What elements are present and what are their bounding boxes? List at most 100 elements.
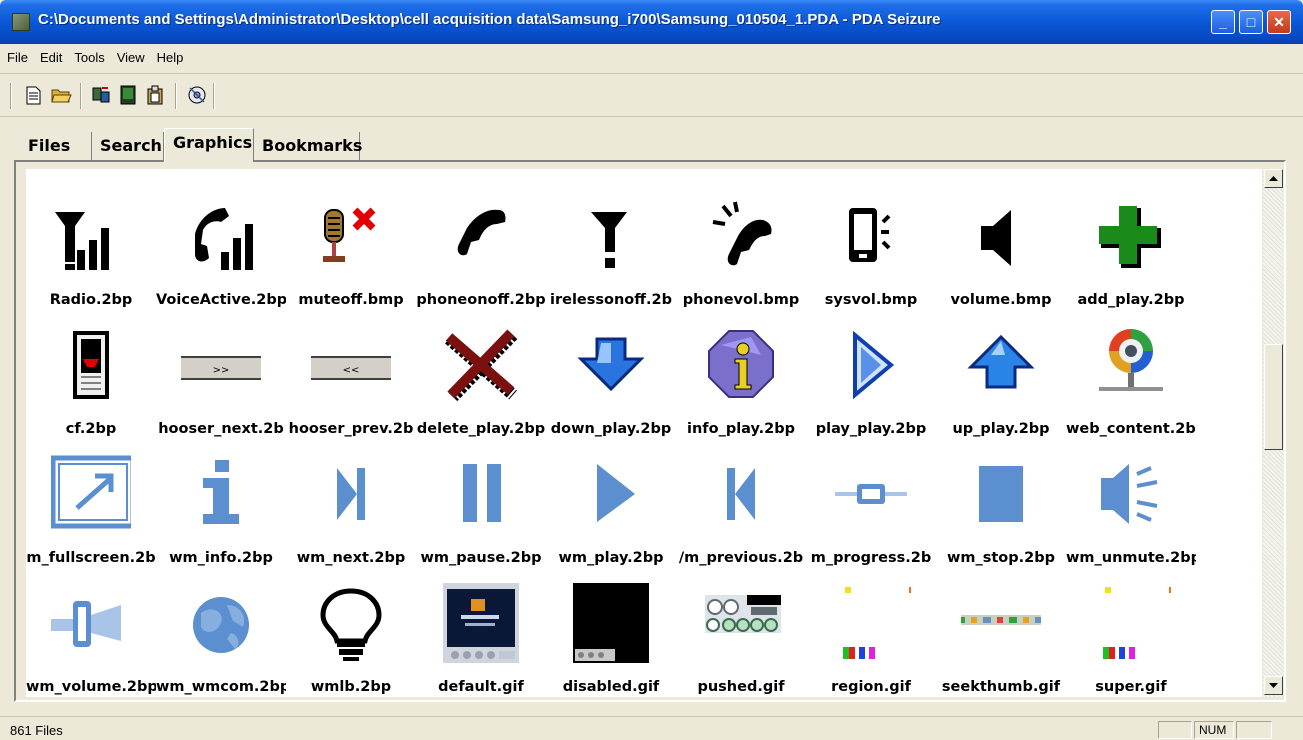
thumbnail-tile[interactable]: disabled.gif	[546, 573, 676, 697]
thumbnail-tile[interactable]: wm_wmcom.2bp	[156, 573, 286, 697]
tab-files[interactable]: Files	[20, 132, 92, 160]
acquire-icon[interactable]	[90, 84, 112, 106]
lightbulb-icon	[320, 588, 382, 661]
title-bar[interactable]: C:\Documents and Settings\Administrator\…	[0, 0, 1303, 44]
thumbnail-tile[interactable]: wm_play.2bp	[546, 444, 676, 574]
tile-label: m_fullscreen.2b	[26, 550, 156, 566]
seek-thumb-icon	[961, 615, 1041, 625]
toolbar-separator	[213, 83, 215, 109]
vertical-scrollbar[interactable]	[1263, 169, 1284, 697]
thumbnail-tile[interactable]: /m_previous.2b	[676, 444, 806, 574]
maximize-button[interactable]: □	[1239, 10, 1263, 34]
thumbnail-tile[interactable]: muteoff.bmp	[286, 186, 416, 316]
thumbnail-tile[interactable]: cf.2bp	[26, 315, 156, 445]
thumbnail-tile[interactable]: sysvol.bmp	[806, 186, 936, 316]
thumbnail-tile[interactable]: << hooser_prev.2b	[286, 315, 416, 445]
scroll-thumb[interactable]	[1264, 344, 1283, 450]
menu-help[interactable]: Help	[150, 44, 189, 65]
tile-label: add_play.2bp	[1077, 292, 1185, 308]
tile-label: play_play.2bp	[815, 421, 927, 437]
thumbnail-tile[interactable]: down_play.2bp	[546, 315, 676, 445]
thumbnail-tile[interactable]: m_progress.2b	[806, 444, 936, 574]
thumbnail-tile[interactable]: phonevol.bmp	[676, 186, 806, 316]
tile-label: wm_pause.2bp	[420, 550, 542, 566]
tile-label: hooser_prev.2b	[288, 421, 414, 437]
clipboard-icon[interactable]	[144, 84, 166, 106]
region-swatch-icon	[843, 587, 911, 659]
thumbnail-tile[interactable]: add_play.2bp	[1066, 186, 1196, 316]
thumbnail-tile[interactable]: volume.bmp	[936, 186, 1066, 316]
thumbnail-tile[interactable]: >> hooser_next.2b	[156, 315, 286, 445]
thumbnail-tile[interactable]: Radio.2bp	[26, 186, 156, 316]
menu-edit[interactable]: Edit	[33, 44, 67, 65]
thumbnail-tile[interactable]: web_content.2bp	[1066, 315, 1196, 445]
new-document-icon[interactable]	[22, 84, 44, 106]
thumbnail-tile[interactable]: super.gif	[1066, 573, 1196, 697]
tile-label: cf.2bp	[65, 421, 117, 437]
toolbar-separator	[80, 83, 82, 109]
thumbnail-tile[interactable]: pushed.gif	[676, 573, 806, 697]
thumbnail-tile[interactable]: irelessonoff.2b	[546, 186, 676, 316]
chevron-down-icon	[1269, 683, 1278, 688]
scroll-down-button[interactable]	[1264, 676, 1283, 695]
thumbnail-tile[interactable]: wm_info.2bp	[156, 444, 286, 574]
radio-signal-icon	[55, 212, 109, 270]
thumbnail-tile[interactable]: info_play.2bp	[676, 315, 806, 445]
thumbnail-tile[interactable]: m_fullscreen.2b	[26, 444, 156, 574]
tile-label: wm_next.2bp	[296, 550, 406, 566]
status-panel-empty	[1158, 721, 1192, 739]
fullscreen-icon	[51, 455, 131, 529]
status-panel-empty	[1236, 721, 1272, 739]
thumbnail-tile[interactable]: region.gif	[806, 573, 936, 697]
wm-info-icon	[203, 460, 239, 524]
media-player-default-icon	[443, 583, 519, 663]
media-player-pushed-icon	[705, 595, 781, 633]
tab-bookmarks[interactable]: Bookmarks	[254, 132, 362, 160]
toolbar	[0, 75, 1303, 117]
thumbnail-tile[interactable]: play_play.2bp	[806, 315, 936, 445]
thumbnail-tile[interactable]: wm_stop.2bp	[936, 444, 1066, 574]
toolbar-grip	[10, 83, 12, 109]
svg-text:<<: <<	[343, 365, 360, 376]
wm-stop-icon	[979, 466, 1023, 522]
thumbnail-tile[interactable]: phoneonoff.2bp	[416, 186, 546, 316]
scroll-up-button[interactable]	[1264, 169, 1283, 188]
app-icon[interactable]	[12, 13, 30, 31]
tab-search[interactable]: Search	[92, 132, 164, 160]
open-folder-icon[interactable]	[50, 84, 72, 106]
play-triangle-icon	[853, 330, 895, 400]
tile-label: super.gif	[1095, 679, 1167, 695]
media-player-disabled-icon	[573, 583, 649, 663]
thumbnail-tile[interactable]: delete_play.2bp	[416, 315, 546, 445]
tile-label: up_play.2bp	[952, 421, 1050, 437]
thumbnail-tile[interactable]: wmlb.2bp	[286, 573, 416, 697]
menu-view[interactable]: View	[110, 44, 150, 65]
wm-unmute-icon	[1101, 464, 1158, 524]
wm-wmcom-icon	[193, 597, 249, 653]
tab-graphics[interactable]: Graphics	[164, 128, 254, 162]
tile-label: region.gif	[831, 679, 911, 695]
thumbnail-tile[interactable]: VoiceActive.2bp	[156, 186, 286, 316]
minimize-button[interactable]: _	[1211, 10, 1235, 34]
menu-bar: File Edit Tools View Help	[0, 44, 1303, 74]
thumbnail-tile[interactable]: wm_unmute.2bp	[1066, 444, 1196, 574]
tile-label: seekthumb.gif	[941, 679, 1061, 695]
thumbnail-tile[interactable]: seekthumb.gif	[936, 573, 1066, 697]
search-disc-icon[interactable]	[186, 84, 208, 106]
file-count: 861 Files	[10, 723, 63, 738]
thumbnail-tile[interactable]: wm_next.2bp	[286, 444, 416, 574]
tile-label: muteoff.bmp	[298, 292, 404, 308]
menu-file[interactable]: File	[0, 44, 33, 65]
menu-tools[interactable]: Tools	[67, 44, 109, 65]
delete-x-icon	[445, 329, 518, 402]
tile-label: pushed.gif	[697, 679, 785, 695]
device-icon[interactable]	[117, 84, 139, 106]
microphone-mute-icon	[323, 207, 376, 262]
chevron-up-icon	[1269, 176, 1278, 181]
thumbnail-tile[interactable]: wm_volume.2bp	[26, 573, 156, 697]
close-button[interactable]: ✕	[1267, 10, 1291, 34]
thumbnail-tile[interactable]: up_play.2bp	[936, 315, 1066, 445]
thumbnail-tile[interactable]: default.gif	[416, 573, 546, 697]
thumbnail-tile[interactable]: wm_pause.2bp	[416, 444, 546, 574]
num-lock-indicator: NUM	[1194, 721, 1234, 739]
